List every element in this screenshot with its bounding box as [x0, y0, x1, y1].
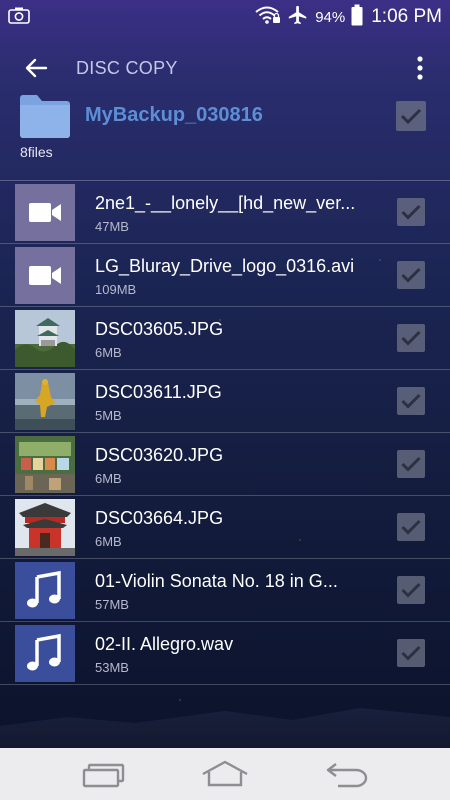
- folder-row[interactable]: MyBackup_030816 8files: [0, 92, 450, 178]
- photo-thumbnail: [15, 499, 75, 556]
- file-size: 109MB: [95, 282, 137, 297]
- list-item[interactable]: DSC03611.JPG 5MB: [0, 370, 450, 433]
- file-name: DSC03664.JPG: [95, 508, 224, 528]
- file-name: DSC03620.JPG: [95, 445, 224, 465]
- file-size: 5MB: [95, 408, 122, 423]
- file-list: 2ne1_-__lonely__[hd_new_ver... 47MB LG_B…: [0, 181, 450, 685]
- folder-name: MyBackup_030816: [85, 104, 263, 126]
- file-size: 53MB: [95, 660, 129, 675]
- battery-icon: [351, 4, 363, 31]
- list-item[interactable]: DSC03620.JPG 6MB: [0, 433, 450, 496]
- list-item[interactable]: DSC03605.JPG 6MB: [0, 307, 450, 370]
- photo-thumbnail: [15, 373, 75, 430]
- checkbox[interactable]: [396, 575, 426, 610]
- list-item[interactable]: 02-II. Allegro.wav 53MB: [0, 622, 450, 685]
- checkbox[interactable]: [396, 638, 426, 673]
- file-name: DSC03611.JPG: [95, 382, 222, 402]
- checkbox[interactable]: [396, 323, 426, 358]
- back-icon[interactable]: [324, 758, 372, 790]
- checkbox[interactable]: [396, 197, 426, 232]
- folder-icon: [20, 94, 70, 143]
- music-note-icon: [15, 562, 75, 619]
- battery-percent: 94%: [315, 8, 346, 26]
- file-name: 02-II. Allegro.wav: [95, 634, 234, 654]
- recent-apps-icon[interactable]: [80, 758, 128, 790]
- file-name: 01-Violin Sonata No. 18 in G...: [95, 571, 338, 591]
- checkbox[interactable]: [396, 449, 426, 484]
- screenshot-icon: [8, 6, 30, 29]
- folder-checkbox[interactable]: [395, 100, 427, 137]
- file-name: 2ne1_-__lonely__[hd_new_ver...: [95, 193, 356, 213]
- list-item[interactable]: LG_Bluray_Drive_logo_0316.avi 109MB: [0, 244, 450, 307]
- arrow-back-icon[interactable]: [22, 54, 50, 82]
- file-size: 47MB: [95, 219, 129, 234]
- file-size: 6MB: [95, 471, 122, 486]
- background-hills: [0, 708, 450, 750]
- navigation-bar: [0, 748, 450, 800]
- file-size: 6MB: [95, 345, 122, 360]
- folder-file-count: 8files: [20, 144, 53, 160]
- more-vert-icon[interactable]: [410, 54, 430, 82]
- file-name: LG_Bluray_Drive_logo_0316.avi: [95, 256, 355, 276]
- file-name: DSC03605.JPG: [95, 319, 224, 339]
- video-file-icon: [15, 247, 75, 304]
- home-icon[interactable]: [200, 758, 250, 790]
- file-size: 57MB: [95, 597, 129, 612]
- photo-thumbnail: [15, 310, 75, 367]
- status-bar: 94% 1:06 PM: [0, 0, 450, 34]
- app-header: DISC COPY: [0, 44, 450, 90]
- checkbox[interactable]: [396, 386, 426, 421]
- airplane-icon: [287, 4, 309, 31]
- list-item[interactable]: DSC03664.JPG 6MB: [0, 496, 450, 559]
- clock: 1:06 PM: [371, 6, 442, 27]
- music-note-icon: [15, 625, 75, 682]
- photo-thumbnail: [15, 436, 75, 493]
- wifi-icon: [255, 5, 281, 30]
- video-file-icon: [15, 184, 75, 241]
- list-item[interactable]: 01-Violin Sonata No. 18 in G... 57MB: [0, 559, 450, 622]
- page-title: DISC COPY: [76, 58, 178, 78]
- checkbox[interactable]: [396, 260, 426, 295]
- list-item[interactable]: 2ne1_-__lonely__[hd_new_ver... 47MB: [0, 181, 450, 244]
- checkbox[interactable]: [396, 512, 426, 547]
- file-size: 6MB: [95, 534, 122, 549]
